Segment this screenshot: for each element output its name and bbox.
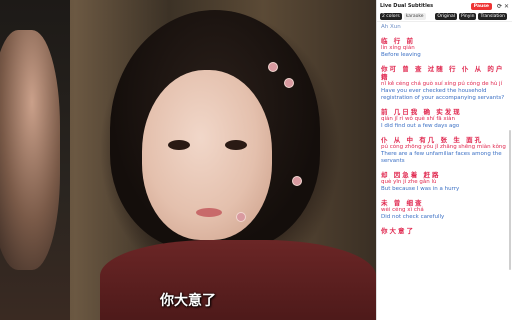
- entry-original: 却 因急着 赶路: [381, 171, 441, 179]
- video-eye-right: [225, 140, 247, 150]
- entry-original: 仆 从 中 有几 张 生 面孔: [381, 136, 484, 144]
- translation-toggle[interactable]: Translation: [478, 13, 507, 20]
- entry-pinyin: pú cóng zhōng yǒu jǐ zhāng shēng miàn kǒ…: [381, 144, 506, 150]
- subtitle-entry[interactable]: 仆 从 中 有几 张 生 面孔 pú cóng zhōng yǒu jǐ zhā…: [381, 136, 508, 165]
- entry-original: 你可 曾 查 过随 行 仆 从 的户籍: [381, 65, 505, 81]
- subtitle-entry-current[interactable]: 你大意了: [381, 227, 508, 235]
- subtitle-panel: Live Dual Subtitles Pause ⟳ ✕ 2 colors k…: [376, 0, 512, 320]
- entry-pinyin: lín xíng qián: [381, 45, 415, 51]
- entry-translation: Before leaving: [381, 52, 421, 58]
- refresh-icon[interactable]: ⟳: [497, 3, 502, 10]
- entry-translation: Ah Xun: [381, 24, 401, 30]
- entry-translation: I did find out a few days ago: [381, 123, 460, 129]
- hair-ornament: [292, 176, 302, 186]
- subtitle-entry[interactable]: 未 曾 细查 wèi céng xì chá Did not check car…: [381, 199, 508, 221]
- pause-button[interactable]: Pause: [470, 2, 492, 10]
- subtitle-entry[interactable]: 前 几日我 确 实发现 qián jǐ rì wǒ què shí fā xià…: [381, 108, 508, 130]
- subtitle-list[interactable]: Ah Xun 临 行 前 lín xíng qián Before leavin…: [377, 22, 512, 243]
- video-lips: [196, 208, 222, 217]
- entry-original: 你大意了: [381, 227, 415, 235]
- entry-pinyin: què yīn jí zhe gǎn lù: [381, 179, 437, 185]
- colors-toggle[interactable]: 2 colors: [380, 13, 402, 20]
- subtitle-entry[interactable]: 你可 曾 查 过随 行 仆 从 的户籍 nǐ kě céng chá guò s…: [381, 65, 508, 102]
- pinyin-toggle[interactable]: Pinyin: [458, 13, 477, 20]
- original-toggle[interactable]: Original: [435, 13, 457, 20]
- entry-translation: Did not check carefully: [381, 214, 445, 220]
- earring: [236, 212, 246, 222]
- entry-original: 未 曾 细查: [381, 199, 424, 207]
- entry-translation: There are a few unfamiliar faces among t…: [381, 151, 502, 164]
- panel-scrollbar[interactable]: [509, 130, 511, 270]
- panel-toolbar: 2 colors karaoke Original Pinyin Transla…: [377, 12, 512, 22]
- karaoke-toggle[interactable]: karaoke: [403, 13, 426, 20]
- panel-title: Live Dual Subtitles: [380, 3, 434, 9]
- panel-header: Live Dual Subtitles Pause ⟳ ✕: [377, 0, 512, 12]
- entry-pinyin: nǐ kě céng chá guò suí xíng pú cóng de h…: [381, 81, 503, 87]
- video-eye-left: [168, 140, 190, 150]
- subtitle-entry[interactable]: 却 因急着 赶路 què yīn jí zhe gǎn lù But becau…: [381, 171, 508, 193]
- subtitle-entry[interactable]: 临 行 前 lín xíng qián Before leaving: [381, 37, 508, 59]
- entry-original: 临 行 前: [381, 37, 416, 45]
- hair-ornament: [268, 62, 278, 72]
- hair-ornament: [284, 78, 294, 88]
- entry-translation: But because I was in a hurry: [381, 186, 460, 192]
- close-icon[interactable]: ✕: [504, 3, 509, 10]
- video-player[interactable]: 你大意了: [0, 0, 376, 320]
- video-person-left: [0, 30, 60, 270]
- subtitle-entry[interactable]: Ah Xun: [381, 24, 508, 31]
- entry-pinyin: wèi céng xì chá: [381, 207, 424, 213]
- entry-original: 前 几日我 确 实发现: [381, 108, 462, 116]
- video-subtitle: 你大意了: [160, 293, 216, 309]
- entry-translation: Have you ever checked the household regi…: [381, 88, 505, 101]
- entry-pinyin: qián jǐ rì wǒ què shí fā xiàn: [381, 116, 456, 122]
